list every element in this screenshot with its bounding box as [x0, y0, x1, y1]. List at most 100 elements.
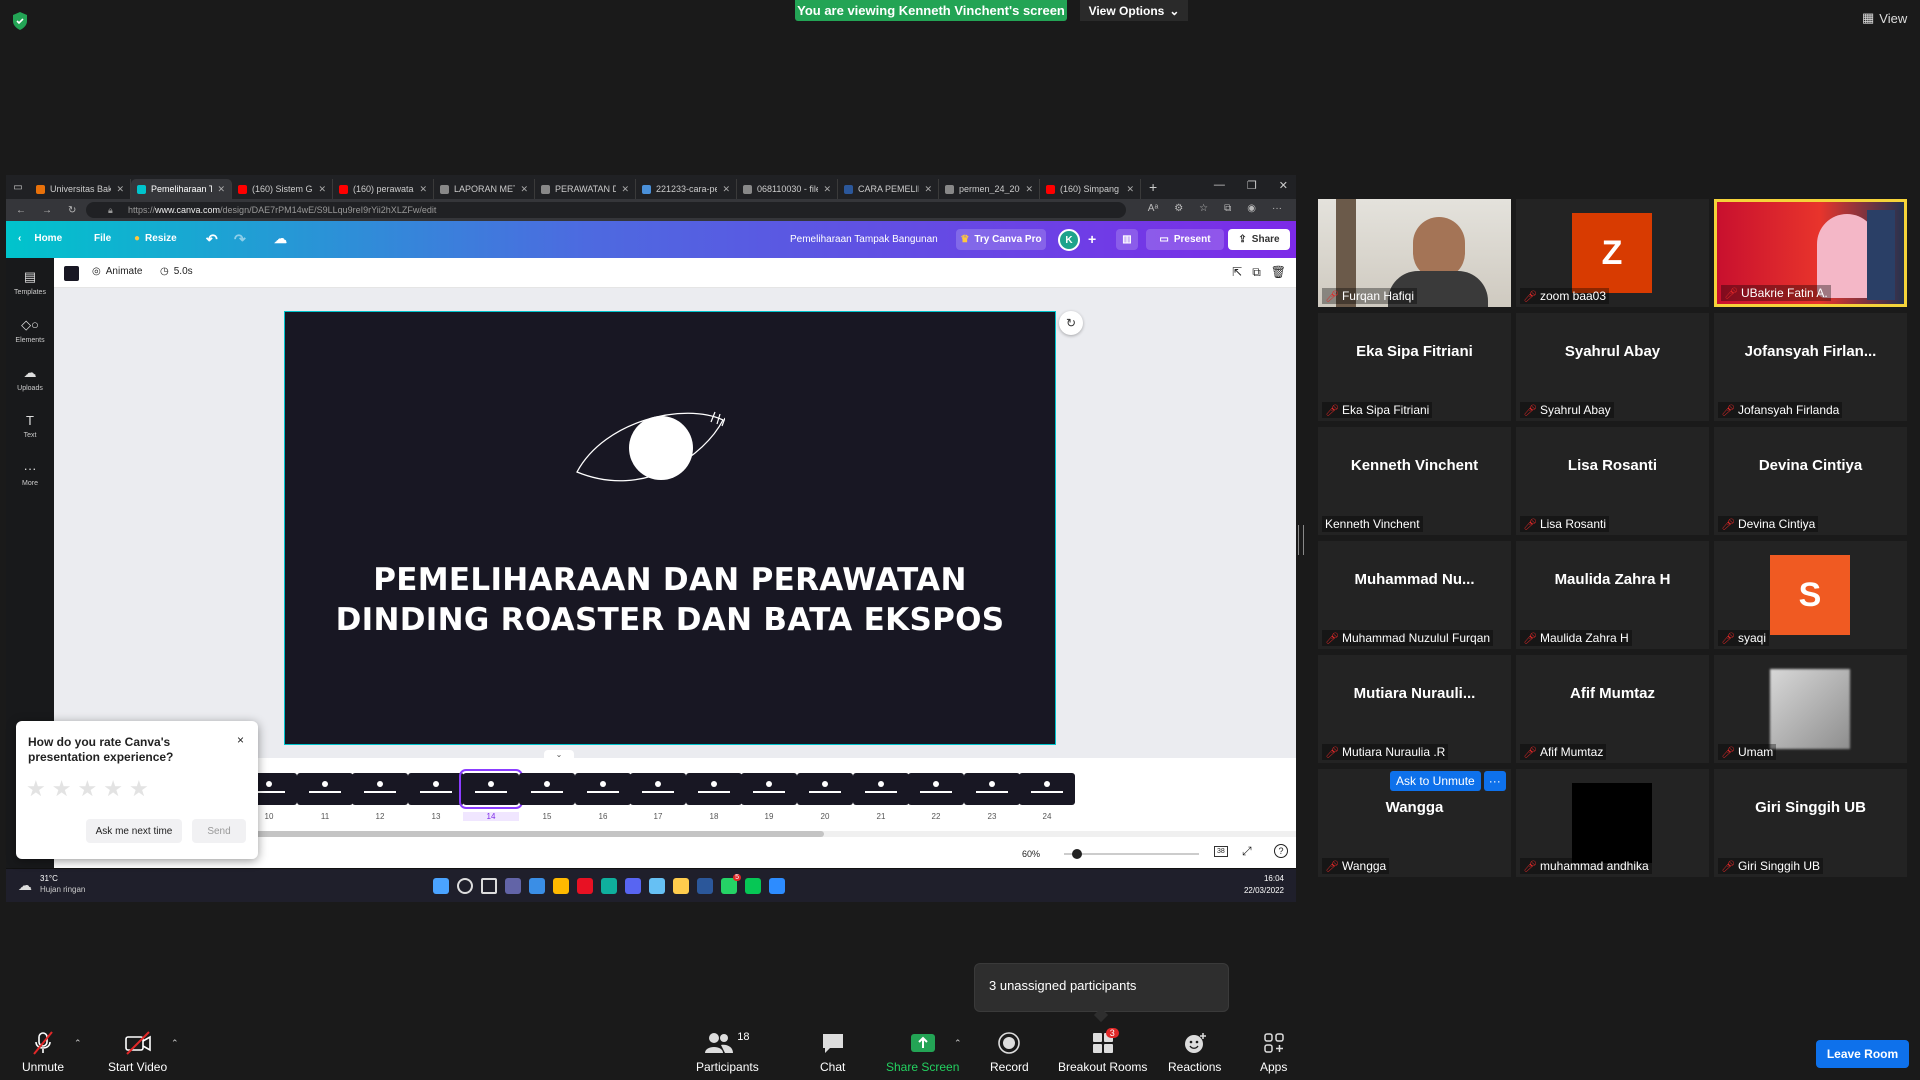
participant-tile[interactable]: Maulida Zahra H 🎤︎ Maulida Zahra H	[1516, 541, 1709, 649]
zoom-slider-handle[interactable]	[1072, 849, 1082, 859]
browser-tab[interactable]: Universitas Bakr ✕	[30, 179, 131, 199]
view-button[interactable]: ▦ View	[1862, 10, 1907, 26]
line-icon[interactable]	[745, 878, 761, 894]
star-icon[interactable]: ★	[52, 776, 72, 802]
start-icon[interactable]	[433, 878, 449, 894]
restore-icon[interactable]: ❐	[1247, 179, 1257, 192]
rail-uploads[interactable]: ☁ Uploads	[6, 354, 54, 402]
close-icon[interactable]: ✕	[1279, 179, 1288, 192]
zoom-icon[interactable]	[769, 878, 785, 894]
back-icon[interactable]: ←	[16, 205, 26, 216]
browser-tab[interactable]: permen_24_200 ✕	[939, 179, 1040, 199]
close-tab-icon[interactable]: ✕	[1126, 184, 1134, 195]
gift-icon[interactable]	[577, 878, 593, 894]
unmute-button[interactable]: Unmute	[22, 1030, 64, 1074]
video-options-caret[interactable]: ⌃	[171, 1038, 179, 1049]
word-icon[interactable]	[697, 878, 713, 894]
user-avatar[interactable]: K	[1058, 229, 1080, 251]
clock[interactable]: 16:04 22/03/2022	[1244, 874, 1284, 895]
page-thumbnail[interactable]	[630, 773, 686, 805]
participant-tile[interactable]: Kenneth Vinchent Kenneth Vinchent	[1318, 427, 1511, 535]
background-color-swatch[interactable]	[64, 266, 79, 281]
participants-button[interactable]: 18 Participants	[696, 1030, 759, 1074]
collections-icon[interactable]: ⧉	[1224, 203, 1231, 214]
trash-icon[interactable]: 🗑︎	[1271, 265, 1286, 280]
export-icon[interactable]: ⇱	[1232, 265, 1242, 280]
page-thumbnail[interactable]	[352, 773, 408, 805]
cloud-save-icon[interactable]: ☁	[274, 231, 287, 247]
participant-tile[interactable]: Afif Mumtaz 🎤︎ Afif Mumtaz	[1516, 655, 1709, 763]
view-options-button[interactable]: View Options ⌄	[1080, 0, 1188, 21]
rail-text[interactable]: T Text	[6, 402, 54, 450]
participant-tile[interactable]: 🎤︎ muhammad andhika	[1516, 769, 1709, 877]
split-view-handle[interactable]	[1298, 525, 1304, 555]
rail-more[interactable]: ··· More	[6, 450, 54, 498]
extension-icon[interactable]: ⚙	[1174, 203, 1183, 214]
page-thumbnail[interactable]	[853, 773, 909, 805]
close-tab-icon[interactable]: ✕	[621, 184, 629, 195]
browser-tab[interactable]: CARA PEMELIH ✕	[838, 179, 939, 199]
participant-tile[interactable]: Mutiara Nurauli... 🎤︎ Mutiara Nuraulia .R	[1318, 655, 1511, 763]
page-thumbnail[interactable]	[686, 773, 742, 805]
close-icon[interactable]: ×	[237, 733, 244, 747]
help-icon[interactable]: ?	[1274, 844, 1288, 858]
browser-tab[interactable]: LAPORAN MET ✕	[434, 179, 535, 199]
slide[interactable]: PEMELIHARAAN DAN PERAWATAN DINDING ROAST…	[284, 311, 1056, 745]
teams-icon[interactable]	[505, 878, 521, 894]
start-video-button[interactable]: Start Video	[108, 1030, 167, 1074]
page-thumbnail[interactable]	[297, 773, 353, 805]
browser-tab[interactable]: (160) Sistem Gra ✕	[232, 179, 333, 199]
scrollbar-thumb[interactable]	[174, 831, 824, 837]
apps-button[interactable]: Apps	[1260, 1030, 1287, 1074]
present-button[interactable]: ▭ Present	[1146, 229, 1224, 250]
star-icon[interactable]: ★	[26, 776, 46, 802]
fullscreen-icon[interactable]: ⤢	[1242, 844, 1252, 859]
file-explorer-icon[interactable]	[673, 878, 689, 894]
close-tab-icon[interactable]: ✕	[823, 184, 831, 195]
page-thumbnail[interactable]	[408, 773, 464, 805]
page-thumbnail[interactable]	[459, 769, 523, 809]
browser-tab[interactable]: PERAWATAN DA ✕	[535, 179, 636, 199]
participant-tile[interactable]: Eka Sipa Fitriani 🎤︎ Eka Sipa Fitriani	[1318, 313, 1511, 421]
browser-tab[interactable]: 068110030 - file ✕	[737, 179, 838, 199]
minimize-icon[interactable]: —	[1214, 179, 1225, 192]
url-field[interactable]: 🔒︎ https://www.canva.com/design/DAE7rPM14…	[86, 202, 1126, 218]
ask-later-button[interactable]: Ask me next time	[86, 819, 182, 843]
participant-tile[interactable]: 🎤︎ Furqan Hafiqi	[1318, 199, 1511, 307]
add-people-icon[interactable]: +	[1088, 231, 1096, 247]
browser-tab[interactable]: (160) perawatan ✕	[333, 179, 434, 199]
star-icon[interactable]: ★	[77, 776, 97, 802]
resize-button[interactable]: ● Resize	[134, 233, 177, 244]
zoom-slider[interactable]	[1064, 849, 1199, 859]
discord-icon[interactable]	[625, 878, 641, 894]
rail-templates[interactable]: ▤ Templates	[6, 258, 54, 306]
mail-icon[interactable]	[529, 878, 545, 894]
ask-to-unmute-button[interactable]: Ask to Unmute	[1390, 771, 1481, 791]
chat-button[interactable]: Chat	[820, 1030, 845, 1074]
file-menu[interactable]: File	[94, 233, 111, 244]
undo-icon[interactable]: ↶	[206, 231, 218, 248]
star-icon[interactable]: ★	[103, 776, 123, 802]
duration-button[interactable]: ◷ 5.0s	[160, 266, 193, 277]
close-tab-icon[interactable]: ✕	[419, 184, 427, 195]
reload-icon[interactable]: ↻	[68, 205, 76, 216]
participant-tile[interactable]: Wangga 🎤︎ Wangga Ask to Unmute ···	[1318, 769, 1511, 877]
document-title[interactable]: Pemeliharaan Tampak Bangunan	[790, 234, 938, 245]
page-thumbnail[interactable]	[1019, 773, 1075, 805]
browser-tab[interactable]: Pemeliharaan Ta ✕	[131, 179, 232, 199]
participant-tile[interactable]: Lisa Rosanti 🎤︎ Lisa Rosanti	[1516, 427, 1709, 535]
close-tab-icon[interactable]: ✕	[722, 184, 730, 195]
tab-actions-icon[interactable]: ▭	[6, 182, 30, 193]
try-canva-pro-button[interactable]: ♛ Try Canva Pro	[956, 229, 1046, 250]
store-icon[interactable]	[553, 878, 569, 894]
participant-tile[interactable]: Muhammad Nu... 🎤︎ Muhammad Nuzulul Furqan	[1318, 541, 1511, 649]
profile-icon[interactable]: ◉	[1247, 203, 1256, 214]
close-tab-icon[interactable]: ✕	[1025, 184, 1033, 195]
audio-options-caret[interactable]: ⌃	[74, 1038, 82, 1049]
star-icon[interactable]: ★	[129, 776, 149, 802]
record-button[interactable]: Record	[990, 1030, 1029, 1074]
breakout-rooms-button[interactable]: 3 Breakout Rooms	[1058, 1028, 1147, 1074]
close-tab-icon[interactable]: ✕	[520, 184, 528, 195]
close-tab-icon[interactable]: ✕	[217, 184, 225, 195]
read-aloud-icon[interactable]: Aᵃ	[1148, 203, 1158, 214]
